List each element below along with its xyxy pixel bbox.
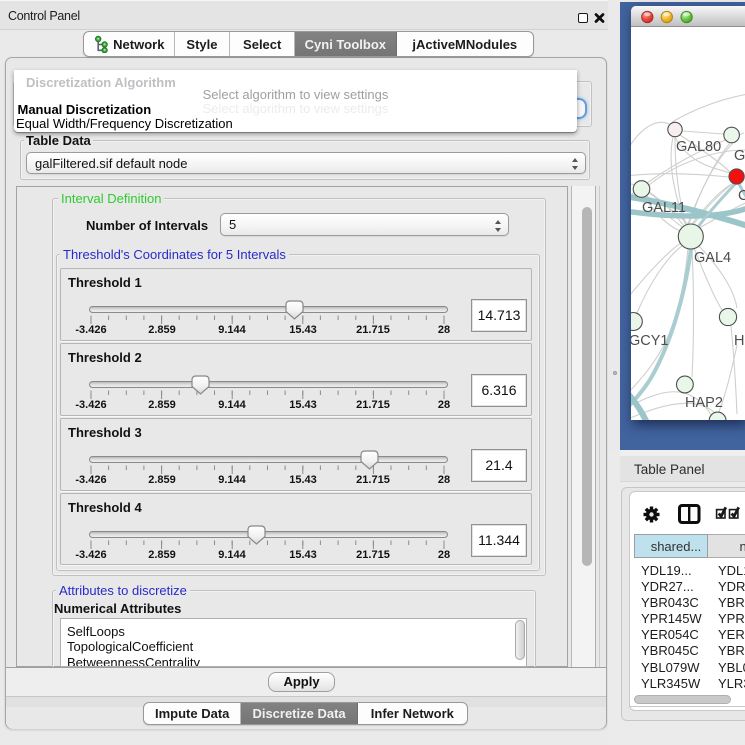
svg-text:GA: GA: [734, 148, 745, 164]
svg-text:GAL4: GAL4: [694, 250, 731, 266]
svg-text:GAL80: GAL80: [676, 139, 721, 155]
svg-text:H: H: [734, 333, 744, 349]
svg-text:HAP2: HAP2: [685, 395, 723, 411]
svg-text:GAL11: GAL11: [642, 200, 686, 216]
svg-text:GCY1: GCY1: [631, 333, 669, 349]
svg-text:C: C: [738, 188, 745, 204]
